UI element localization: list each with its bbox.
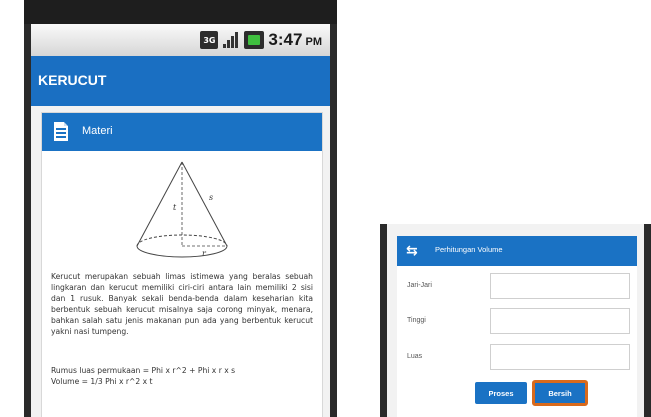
luas-label: Luas [407,353,423,360]
formula-surface: Rumus luas permukaan = Phi x r^2 + Phi x… [51,366,236,375]
height-label: t [173,203,177,212]
formula-volume: Volume = 1/3 Phi x r^2 x t [51,377,153,386]
app-title-bar: KERUCUT [31,56,330,106]
right-screen: ⇆ Perhitungan Volume Jari-Jari Tinggi Lu… [387,224,644,417]
volume-card: ⇆ Perhitungan Volume Jari-Jari Tinggi Lu… [397,236,637,417]
formula-block: Rumus luas permukaan = Phi x r^2 + Phi x… [51,365,313,387]
field-row-luas: Luas [407,344,632,372]
right-phone-screenshot: ⇆ Perhitungan Volume Jari-Jari Tinggi Lu… [380,224,651,417]
app-title: KERUCUT [38,72,107,88]
tinggi-label: Tinggi [407,317,426,324]
volume-card-header: ⇆ Perhitungan Volume [397,236,637,266]
materi-card: Materi s t r Kerucut merupakan sebuah li… [41,112,323,417]
content-area: Materi s t r Kerucut merupakan sebuah li… [31,106,330,417]
status-bar: 3G 3:47 PM [31,24,330,56]
materi-card-title: Materi [82,125,113,137]
jari-jari-label: Jari-Jari [407,282,432,289]
status-time: 3:47 PM [268,30,322,49]
3g-icon: 3G [200,31,219,49]
luas-input[interactable] [490,344,630,370]
phone-bezel [24,0,337,24]
jari-jari-input[interactable] [490,273,630,299]
proses-button[interactable]: Proses [475,382,527,404]
tinggi-input[interactable] [490,308,630,334]
slant-label: s [209,193,213,202]
field-row-tinggi: Tinggi [407,308,632,336]
volume-card-title: Perhitungan Volume [435,245,503,254]
calculate-icon: ⇆ [406,243,418,259]
left-phone-screenshot: 3G 3:47 PM KERUCUT Materi s t r Kerucut … [24,0,337,417]
description-text: Kerucut merupakan sebuah limas istimewa … [51,272,313,336]
battery-icon [244,31,265,49]
field-row-jari-jari: Jari-Jari [407,273,632,301]
materi-card-header[interactable]: Materi [42,113,322,151]
cone-diagram: s t r [136,161,228,258]
left-screen: 3G 3:47 PM KERUCUT Materi s t r Kerucut … [31,24,330,417]
radius-label: r [202,249,207,258]
signal-icon [222,31,240,49]
network-type: 3G [203,35,216,45]
bersih-button[interactable]: Bersih [532,380,588,406]
document-icon [54,122,68,141]
